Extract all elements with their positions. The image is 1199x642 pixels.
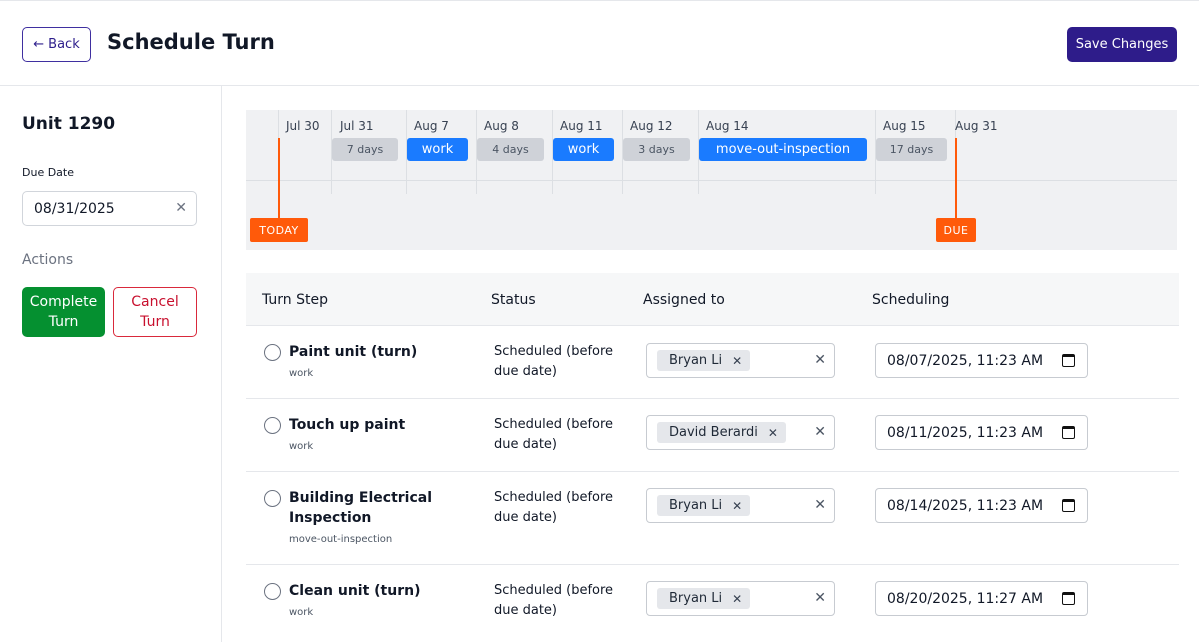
schedule-datetime-input[interactable]: 08/07/2025, 11:23 AM <box>875 343 1088 378</box>
timeline: Jul 30 Jul 31 Aug 7 Aug 8 Aug 11 Aug 12 … <box>246 110 1177 250</box>
calendar-icon[interactable] <box>1062 592 1075 605</box>
assignee-select[interactable]: David Berardi ✕ ✕ <box>646 415 835 450</box>
complete-turn-button[interactable]: Complete Turn <box>22 287 105 337</box>
top-bar: ← Back Schedule Turn Save Changes <box>0 0 1199 86</box>
due-date-label: Due Date <box>22 166 74 179</box>
assignee-chip: David Berardi ✕ <box>657 422 786 443</box>
back-label: Back <box>48 37 80 52</box>
step-type: work <box>289 368 314 379</box>
actions-label: Actions <box>22 252 74 268</box>
schedule-datetime-input[interactable]: 08/14/2025, 11:23 AM <box>875 488 1088 523</box>
page-title: Schedule Turn <box>107 30 275 54</box>
column-header-scheduling: Scheduling <box>872 292 950 308</box>
timeline-date: Aug 12 <box>630 119 673 133</box>
table-row: Paint unit (turn) work Scheduled (before… <box>246 326 1179 399</box>
assignee-chip: Bryan Li ✕ <box>657 588 751 609</box>
timeline-gap-bar: 3 days <box>623 138 690 161</box>
step-name: Clean unit (turn) <box>289 583 421 599</box>
today-marker-line <box>278 138 280 222</box>
timeline-task-bar[interactable]: move-out-inspection <box>699 138 867 161</box>
arrow-left-icon: ← <box>33 37 45 52</box>
due-marker: DUE <box>936 218 976 242</box>
step-status: Scheduled (before due date) <box>494 417 614 452</box>
step-complete-radio[interactable] <box>264 490 281 507</box>
column-header-status: Status <box>491 292 536 308</box>
timeline-date: Aug 15 <box>883 119 926 133</box>
due-marker-line <box>955 138 957 222</box>
assignee-select[interactable]: Bryan Li ✕ ✕ <box>646 581 835 616</box>
table-row: Clean unit (turn) work Scheduled (before… <box>246 565 1179 642</box>
timeline-date: Aug 14 <box>706 119 749 133</box>
assignee-chip: Bryan Li ✕ <box>657 350 751 371</box>
schedule-value: 08/07/2025, 11:23 AM <box>887 352 1044 369</box>
schedule-value: 08/14/2025, 11:23 AM <box>887 497 1044 514</box>
timeline-date: Aug 11 <box>560 119 603 133</box>
step-complete-radio[interactable] <box>264 417 281 434</box>
step-status: Scheduled (before due date) <box>494 490 614 525</box>
step-type: work <box>289 441 314 452</box>
assignee-select[interactable]: Bryan Li ✕ ✕ <box>646 488 835 523</box>
schedule-datetime-input[interactable]: 08/11/2025, 11:23 AM <box>875 415 1088 450</box>
today-marker: TODAY <box>250 218 308 242</box>
remove-assignee-icon[interactable]: ✕ <box>732 499 742 513</box>
step-type: move-out-inspection <box>289 534 393 545</box>
timeline-date: Jul 30 <box>286 119 320 133</box>
table-header: Turn Step Status Assigned to Scheduling <box>246 273 1179 326</box>
timeline-task-bar[interactable]: work <box>407 138 468 161</box>
assignee-chip: Bryan Li ✕ <box>657 495 751 516</box>
assignee-select[interactable]: Bryan Li ✕ ✕ <box>646 343 835 378</box>
step-status: Scheduled (before due date) <box>494 344 614 379</box>
step-type: work <box>289 607 314 618</box>
assignee-name: Bryan Li <box>669 353 723 368</box>
clear-assignees-icon[interactable]: ✕ <box>814 497 826 513</box>
assignee-name: Bryan Li <box>669 498 723 513</box>
step-complete-radio[interactable] <box>264 583 281 600</box>
timeline-date: Aug 31 <box>955 119 998 133</box>
calendar-icon[interactable] <box>1062 499 1075 512</box>
step-name: Touch up paint <box>289 417 406 433</box>
remove-assignee-icon[interactable]: ✕ <box>732 354 742 368</box>
table-row: Touch up paint work Scheduled (before du… <box>246 399 1179 472</box>
timeline-gap-bar: 4 days <box>477 138 544 161</box>
due-date-input[interactable]: 08/31/2025 ✕ <box>22 191 197 226</box>
cancel-turn-button[interactable]: Cancel Turn <box>113 287 197 337</box>
timeline-date: Aug 8 <box>484 119 519 133</box>
schedule-value: 08/11/2025, 11:23 AM <box>887 424 1044 441</box>
remove-assignee-icon[interactable]: ✕ <box>732 592 742 606</box>
step-name: Paint unit (turn) <box>289 344 418 360</box>
timeline-task-bar[interactable]: work <box>553 138 614 161</box>
timeline-divider <box>246 180 1177 181</box>
save-changes-button[interactable]: Save Changes <box>1067 27 1177 62</box>
assignee-name: Bryan Li <box>669 591 723 606</box>
clear-assignees-icon[interactable]: ✕ <box>814 590 826 606</box>
step-complete-radio[interactable] <box>264 344 281 361</box>
calendar-icon[interactable] <box>1062 426 1075 439</box>
timeline-gap-bar: 17 days <box>876 138 947 161</box>
column-header-assigned-to: Assigned to <box>643 292 725 308</box>
step-name: Building Electrical Inspection <box>289 490 433 526</box>
clear-assignees-icon[interactable]: ✕ <box>814 352 826 368</box>
schedule-datetime-input[interactable]: 08/20/2025, 11:27 AM <box>875 581 1088 616</box>
column-header-turn-step: Turn Step <box>262 292 329 308</box>
close-icon[interactable]: ✕ <box>175 200 187 216</box>
calendar-icon[interactable] <box>1062 354 1075 367</box>
remove-assignee-icon[interactable]: ✕ <box>768 426 778 440</box>
table-row: Building Electrical Inspection move-out-… <box>246 472 1179 565</box>
unit-title: Unit 1290 <box>22 114 116 134</box>
timeline-date: Aug 7 <box>414 119 449 133</box>
timeline-date: Jul 31 <box>340 119 374 133</box>
step-status: Scheduled (before due date) <box>494 583 614 618</box>
sidebar: Unit 1290 Due Date 08/31/2025 ✕ Actions … <box>0 86 222 642</box>
clear-assignees-icon[interactable]: ✕ <box>814 424 826 440</box>
back-button[interactable]: ← Back <box>22 27 91 62</box>
assignee-name: David Berardi <box>669 425 758 440</box>
timeline-gap-bar: 7 days <box>332 138 398 161</box>
due-date-value: 08/31/2025 <box>34 200 115 217</box>
schedule-value: 08/20/2025, 11:27 AM <box>887 590 1044 607</box>
